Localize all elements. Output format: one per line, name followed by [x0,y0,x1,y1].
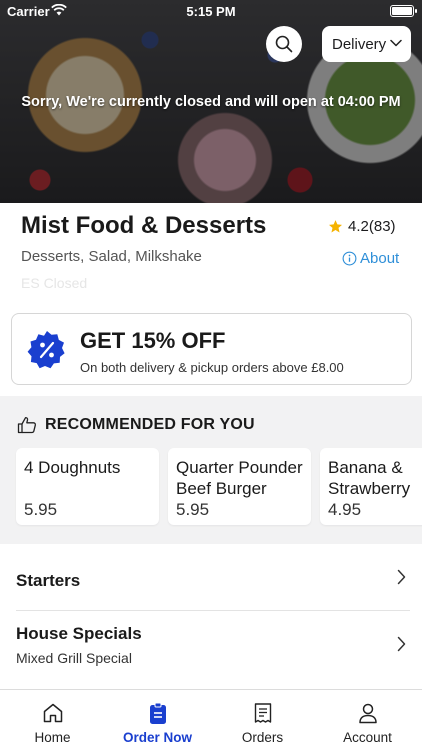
search-icon [275,35,293,53]
discount-badge-icon [27,331,65,369]
item-price: 5.95 [176,500,210,519]
category-title: Starters [16,571,81,590]
tab-label: Order Now [122,730,192,745]
category-subtitle: Mixed Grill Special [16,650,132,666]
tab-account[interactable]: Account [315,690,420,750]
tab-label: Orders [241,730,284,745]
home-icon [43,703,62,723]
recommended-item[interactable]: Quarter Pounder Beef Burger 5.95 [168,448,311,525]
receipt-icon [254,703,271,723]
restaurant-name: Mist Food & Desserts [21,212,267,239]
battery-icon [390,5,417,17]
about-link[interactable]: About [342,250,399,267]
order-now-icon [149,702,166,724]
status-bar: Carrier 5:15 PM [0,0,422,22]
tab-bar: Home Order Now Orders Account [0,689,422,750]
search-button[interactable] [266,26,302,62]
info-icon [342,251,357,266]
tab-order-now[interactable]: Order Now [105,690,210,750]
item-price: 4.95 [328,500,362,519]
tab-label: Home [34,730,71,745]
about-label: About [360,250,400,267]
offer-subtitle: On both delivery & pickup orders above £… [80,360,344,375]
recommended-item[interactable]: 4 Doughnuts 5.95 [16,448,159,525]
category-row-starters[interactable]: Starters [0,544,422,610]
offer-card[interactable]: GET 15% OFF On both delivery & pickup or… [11,313,412,385]
item-price: 5.95 [24,500,58,519]
thumbs-up-icon [17,416,37,434]
recommended-section: RECOMMENDED FOR YOU 4 Doughnuts 5.95 Qua… [0,396,422,544]
recommended-header: RECOMMENDED FOR YOU [17,416,255,434]
order-mode-dropdown[interactable]: Delivery [322,26,411,62]
cuisine-list: Desserts, Salad, Milkshake [21,248,202,265]
rating-value: 4.2(83) [348,218,396,235]
category-row-house-specials[interactable]: House Specials Mixed Grill Special [0,611,422,681]
item-name: Quarter Pounder Beef Burger [176,458,303,498]
category-title: House Specials [16,624,142,643]
tab-orders[interactable]: Orders [210,690,315,750]
tab-home[interactable]: Home [0,690,105,750]
tab-label: Account [343,730,392,745]
rating: 4.2(83) [328,218,396,235]
item-name: Banana & Strawberry [328,458,411,498]
closed-message: Sorry, We're currently closed and will o… [21,94,401,110]
chevron-right-icon [397,569,406,585]
status-time: 5:15 PM [186,4,236,19]
order-mode-label: Delivery [332,35,387,53]
item-name: 4 Doughnuts [24,458,121,477]
chevron-down-icon [390,39,402,47]
offer-title: GET 15% OFF [80,328,226,353]
open-status: ES Closed [21,275,88,291]
chevron-right-icon [397,636,406,652]
recommended-heading: RECOMMENDED FOR YOU [45,416,255,433]
star-icon [329,220,342,233]
hero-banner: Carrier 5:15 PM Delivery Sorry, We're cu… [0,0,422,203]
recommended-item[interactable]: Banana & Strawberry 4.95 [320,448,422,525]
account-icon [358,703,377,724]
